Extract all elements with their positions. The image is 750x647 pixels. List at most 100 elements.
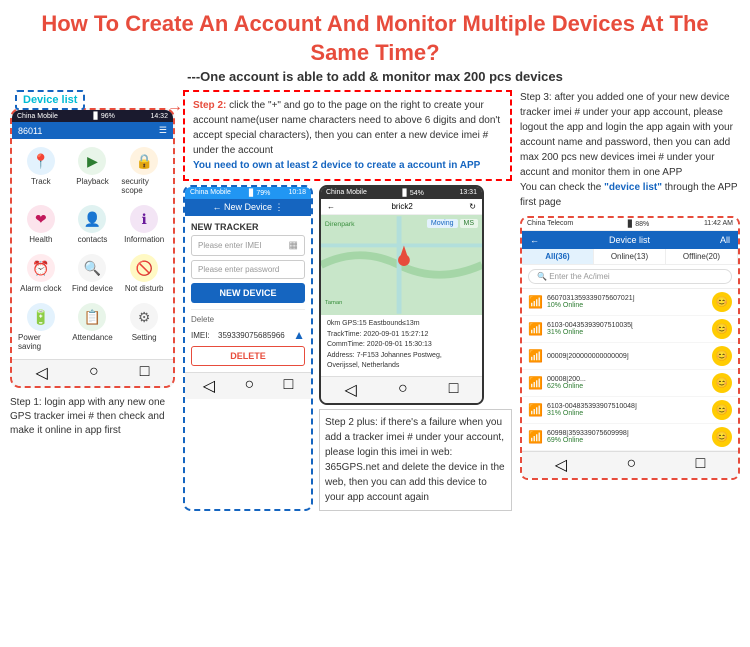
main-container: How To Create An Account And Monitor Mul… xyxy=(0,0,750,647)
device-imei-2: 00009[200000000000009] xyxy=(547,353,708,360)
menu-item-security[interactable]: 🔒 security scope xyxy=(119,143,169,199)
device-item-5[interactable]: 📶 60998[359339075609998] 69% Online 😊 xyxy=(522,424,738,451)
device-item-4[interactable]: 📶 6103-004835393907510048] 31% Online 😊 xyxy=(522,397,738,424)
dl-tab-offline[interactable]: Offline(20) xyxy=(666,249,738,264)
menu-icon[interactable]: ☰ xyxy=(159,125,167,136)
menu-item-health[interactable]: ❤ Health xyxy=(16,201,66,248)
map-statusbar: China Mobile ▊ 54% 13:31 xyxy=(321,187,482,199)
phone2-carrier: China Mobile xyxy=(190,189,231,197)
new-tracker-label: NEW TRACKER xyxy=(191,222,305,232)
more-btn[interactable]: ⋮ xyxy=(275,202,284,212)
imei-row: IMEI: 359339075685966 ▲ xyxy=(191,328,305,342)
back-btn[interactable]: ← xyxy=(212,202,221,212)
menu-label-playback: Playback xyxy=(76,177,108,186)
step1-text: Step 1: login app with any new one GPS t… xyxy=(10,396,175,438)
menu-item-track[interactable]: 📍 Track xyxy=(16,143,66,199)
dl-tabs: All(36) Online(13) Offline(20) xyxy=(522,249,738,265)
phone1-time: 14:32 xyxy=(150,113,168,120)
map-navbar: ◁ ○ □ xyxy=(321,376,482,403)
phone1-signal: ▊ 96% xyxy=(93,112,114,120)
recent-nav-icon[interactable]: □ xyxy=(140,363,150,383)
menu-item-attendance[interactable]: 📋 Attendance xyxy=(68,299,118,355)
device-item-3[interactable]: 📶 00008[200... 62% Online 😊 xyxy=(522,370,738,397)
home-nav3-icon[interactable]: ○ xyxy=(398,380,408,400)
device-status-3: 62% Online xyxy=(547,383,708,390)
contacts-icon: 👤 xyxy=(78,205,106,233)
new-device-title: New Device xyxy=(224,202,272,212)
device-item-2[interactable]: 📶 00009[200000000000009] 😊 xyxy=(522,343,738,370)
password-input[interactable]: Please enter password xyxy=(191,260,305,279)
dl-header: ← Device list All xyxy=(522,231,738,249)
phone1-number: 86011 xyxy=(18,126,42,136)
back-nav2-icon[interactable]: ◁ xyxy=(203,376,215,396)
dl-search-input[interactable]: 🔍 Enter the Ac/imei xyxy=(528,269,732,284)
recent-nav3-icon[interactable]: □ xyxy=(449,380,459,400)
menu-label-info: Information xyxy=(124,235,164,244)
map-titlebar: ← brick2 ↻ xyxy=(321,199,482,215)
home-nav-icon[interactable]: ○ xyxy=(89,363,99,383)
phone2-time: 10:18 xyxy=(288,189,306,197)
map-refresh-icon[interactable]: ↻ xyxy=(469,202,476,211)
phone2-titlebar: ← New Device ⋮ xyxy=(185,199,311,216)
wifi-icon-0: 📶 xyxy=(528,295,543,309)
form-area: NEW TRACKER Please enter IMEI ▦ Please e… xyxy=(185,216,311,372)
wifi-icon-3: 📶 xyxy=(528,376,543,390)
dl-tab-online[interactable]: Online(13) xyxy=(594,249,666,264)
delete-section: Delete IMEI: 359339075685966 ▲ DELETE xyxy=(191,309,305,366)
menu-item-alarm[interactable]: ⏰ Alarm clock xyxy=(16,250,66,297)
dl-tab-all[interactable]: All(36) xyxy=(522,249,594,264)
dl-search: 🔍 Enter the Ac/imei xyxy=(522,265,738,289)
device-avatar-5: 😊 xyxy=(712,427,732,447)
powersaving-icon: 🔋 xyxy=(27,303,55,331)
device-info-5: 60998[359339075609998] 69% Online xyxy=(547,430,708,444)
map-address: Address: 7-F153 Johannes Postweg, Overij… xyxy=(327,351,476,372)
menu-item-finddevice[interactable]: 🔍 Find device xyxy=(68,250,118,297)
dl-back-icon[interactable]: ← xyxy=(530,235,539,245)
back-nav4-icon[interactable]: ◁ xyxy=(555,455,567,475)
phone2-mock: China Mobile ▊ 79% 10:18 ← New Device ⋮ … xyxy=(183,185,313,511)
menu-label-powersaving: Power saving xyxy=(18,333,64,351)
navigate-icon[interactable]: ▲ xyxy=(293,328,305,342)
recent-nav2-icon[interactable]: □ xyxy=(284,376,294,396)
back-nav3-icon[interactable]: ◁ xyxy=(345,380,357,400)
dl-carrier: China Telecom xyxy=(527,220,573,228)
health-icon: ❤ xyxy=(27,205,55,233)
dl-time: 11:42 AM xyxy=(704,220,733,228)
menu-item-nodisturb[interactable]: 🚫 Not disturb xyxy=(119,250,169,297)
wifi-icon-1: 📶 xyxy=(528,322,543,336)
new-device-button[interactable]: NEW DEVICE xyxy=(191,283,305,303)
delete-button[interactable]: DELETE xyxy=(191,346,305,366)
dl-all-btn[interactable]: All xyxy=(720,235,730,245)
home-nav4-icon[interactable]: ○ xyxy=(626,455,636,475)
menu-label-setting: Setting xyxy=(132,333,157,342)
device-item-1[interactable]: 📶 6103-00435393907510035[ 31% Online 😊 xyxy=(522,316,738,343)
alarm-icon: ⏰ xyxy=(27,254,55,282)
recent-nav4-icon[interactable]: □ xyxy=(696,455,706,475)
step3-text2: You can check the "device list" through … xyxy=(520,182,737,208)
imei-input[interactable]: Please enter IMEI ▦ xyxy=(191,235,305,256)
back-nav-icon[interactable]: ◁ xyxy=(36,363,48,383)
middle-section: Step 2: click the "+" and go to the page… xyxy=(183,90,512,511)
menu-item-setting[interactable]: ⚙ Setting xyxy=(119,299,169,355)
menu-label-health: Health xyxy=(29,235,52,244)
dl-statusbar: China Telecom ▊ 88% 11:42 AM xyxy=(522,218,738,231)
nodisturb-icon: 🚫 xyxy=(130,254,158,282)
content-area: Device list → China Mobile ▊ 96% 14:32 8… xyxy=(10,90,740,511)
device-status-1: 31% Online xyxy=(547,329,708,336)
menu-item-info[interactable]: ℹ Information xyxy=(119,201,169,248)
menu-item-contacts[interactable]: 👤 contacts xyxy=(68,201,118,248)
phone1-navbar: ◁ ○ □ xyxy=(12,359,173,386)
dl-title: Device list xyxy=(609,235,650,245)
home-nav2-icon[interactable]: ○ xyxy=(244,376,254,396)
device-avatar-0: 😊 xyxy=(712,292,732,312)
map-carrier: China Mobile xyxy=(326,189,367,197)
device-item-0[interactable]: 📶 6607031359339075607021] 10% Online 😊 xyxy=(522,289,738,316)
device-info-2: 00009[200000000000009] xyxy=(547,353,708,360)
right-section: Step 3: after you added one of your new … xyxy=(520,90,740,511)
dl-navbar: ◁ ○ □ xyxy=(522,451,738,478)
map-back-icon[interactable]: ← xyxy=(327,202,335,211)
qr-icon[interactable]: ▦ xyxy=(289,240,298,251)
menu-item-playback[interactable]: ▶ Playback xyxy=(68,143,118,199)
step2-text1: Step 2: click the "+" and go to the page… xyxy=(193,100,500,156)
menu-item-powersaving[interactable]: 🔋 Power saving xyxy=(16,299,66,355)
